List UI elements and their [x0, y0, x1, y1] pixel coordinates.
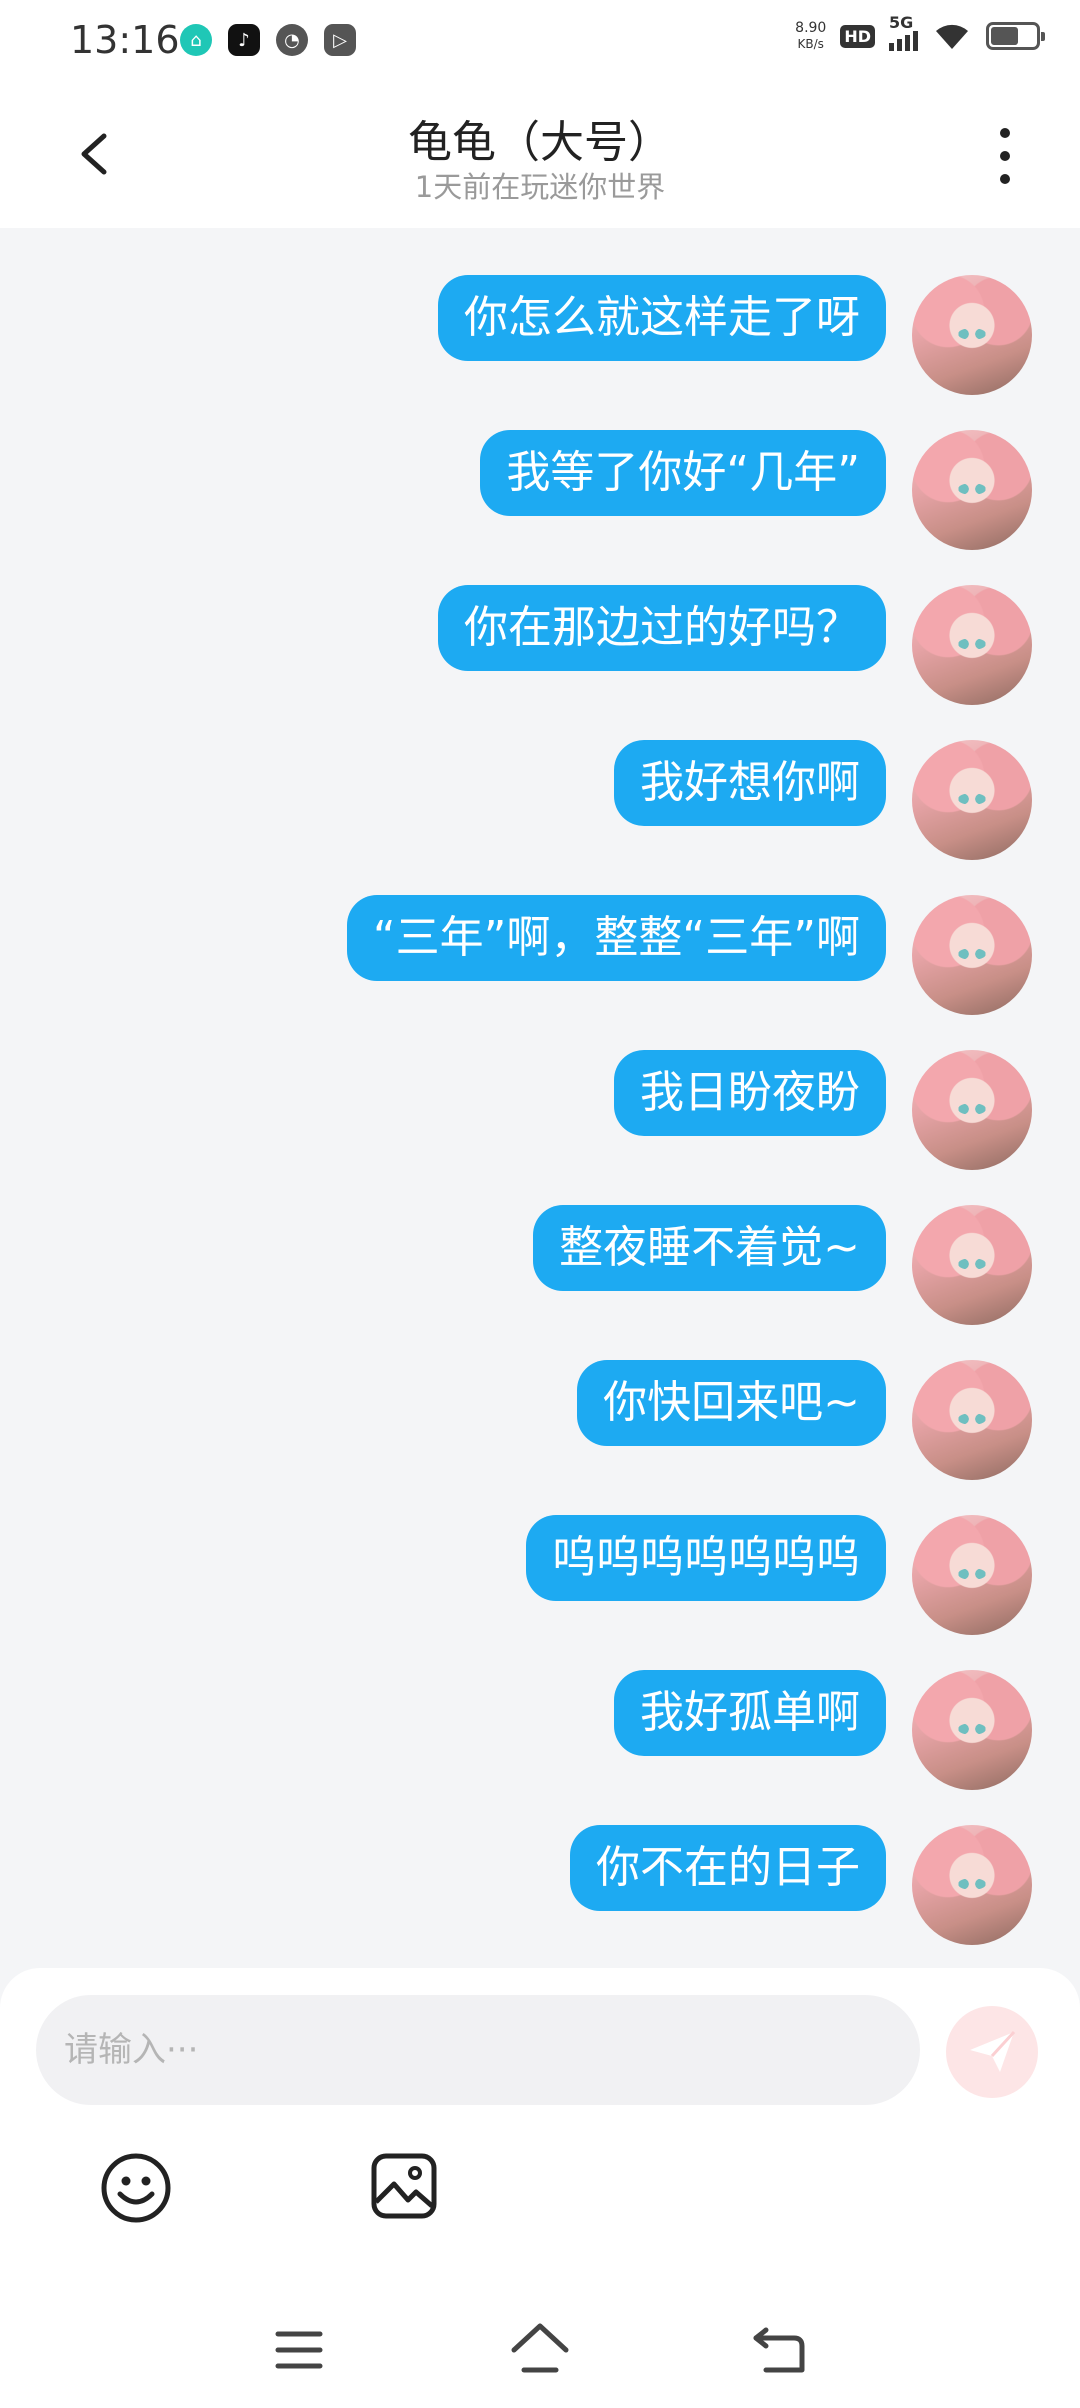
- message-row: 我好孤单啊: [614, 1623, 1032, 1790]
- message-bubble[interactable]: 我日盼夜盼: [614, 1050, 886, 1136]
- avatar[interactable]: [912, 1670, 1032, 1790]
- recent-apps-icon[interactable]: [274, 2328, 324, 2372]
- wifi-icon: [936, 24, 968, 49]
- network-speed-unit: KB/s: [797, 37, 824, 51]
- network-speed-value: 8.90: [795, 20, 827, 36]
- message-bubble[interactable]: “三年”啊，整整“三年”啊: [346, 895, 886, 981]
- avatar[interactable]: [912, 895, 1032, 1015]
- message-bubble[interactable]: 我好想你啊: [614, 740, 886, 826]
- message-row: 我日盼夜盼: [614, 1003, 1032, 1170]
- message-bubble[interactable]: 你快回来吧~: [577, 1360, 886, 1446]
- system-nav-bar: [0, 2296, 1080, 2408]
- message-row: 你不在的日子: [570, 1778, 1032, 1945]
- tiktok-icon: ♪: [228, 24, 260, 56]
- avatar[interactable]: [912, 1050, 1032, 1170]
- network-type-label: 5G: [889, 13, 914, 32]
- message-row: “三年”啊，整整“三年”啊: [346, 848, 1032, 1015]
- gauge-icon: ◔: [276, 24, 308, 56]
- message-row: 我好想你啊: [614, 693, 1032, 860]
- message-row: 你在那边过的好吗？: [438, 538, 1032, 705]
- battery-icon: [986, 22, 1045, 50]
- message-row: 你快回来吧~: [577, 1313, 1032, 1480]
- contact-status: 1天前在玩迷你世界: [414, 170, 666, 204]
- message-row: 呜呜呜呜呜呜呜: [526, 1468, 1032, 1635]
- message-bubble[interactable]: 你怎么就这样走了呀: [438, 275, 886, 361]
- avatar[interactable]: [912, 1360, 1032, 1480]
- home-app-icon: ⌂: [180, 24, 212, 56]
- message-bubble[interactable]: 我好孤单啊: [614, 1670, 886, 1756]
- message-bubble[interactable]: 你不在的日子: [570, 1825, 886, 1911]
- more-options-icon[interactable]: [990, 128, 1020, 184]
- home-icon[interactable]: [508, 2320, 572, 2376]
- message-row: 整夜睡不着觉~: [533, 1158, 1032, 1325]
- message-row: 你怎么就这样走了呀: [438, 228, 1032, 395]
- message-row: 我等了你好“几年”: [480, 383, 1032, 550]
- message-bubble[interactable]: 我等了你好“几年”: [480, 430, 886, 516]
- network-speed: 8.90 KB/s: [795, 20, 826, 52]
- image-picker-icon[interactable]: [370, 2152, 438, 2220]
- avatar[interactable]: [912, 430, 1032, 550]
- hd-badge: HD: [840, 24, 875, 48]
- message-input[interactable]: [36, 1995, 920, 2105]
- status-app-icons: ⌂ ♪ ◔ ▷: [180, 24, 356, 56]
- emoji-icon[interactable]: [100, 2152, 172, 2224]
- avatar[interactable]: [912, 275, 1032, 395]
- battery-fill: [991, 27, 1018, 45]
- message-list[interactable]: 你怎么就这样走了呀 我等了你好“几年” 你在那边过的好吗？ 我好想你啊 “三年”…: [0, 228, 1080, 1968]
- avatar[interactable]: [912, 585, 1032, 705]
- send-button[interactable]: [946, 2006, 1038, 2098]
- status-indicators: 8.90 KB/s HD 5G: [795, 13, 1045, 52]
- signal-icon: 5G: [889, 13, 918, 51]
- message-bubble[interactable]: 你在那边过的好吗？: [438, 585, 886, 671]
- play-icon: ▷: [324, 24, 356, 56]
- status-time: 13:16: [70, 18, 180, 62]
- avatar[interactable]: [912, 1205, 1032, 1325]
- send-icon: [970, 2030, 1016, 2072]
- status-bar: 13:16 ⌂ ♪ ◔ ▷ 8.90 KB/s HD 5G: [0, 0, 1080, 84]
- avatar[interactable]: [912, 740, 1032, 860]
- contact-name: 龟龟（大号）: [408, 117, 672, 168]
- nav-back-icon[interactable]: [752, 2324, 808, 2376]
- message-bubble[interactable]: 呜呜呜呜呜呜呜: [526, 1515, 886, 1601]
- chat-header: 龟龟（大号） 1天前在玩迷你世界: [0, 84, 1080, 228]
- avatar[interactable]: [912, 1825, 1032, 1945]
- avatar[interactable]: [912, 1515, 1032, 1635]
- message-bubble[interactable]: 整夜睡不着觉~: [533, 1205, 886, 1291]
